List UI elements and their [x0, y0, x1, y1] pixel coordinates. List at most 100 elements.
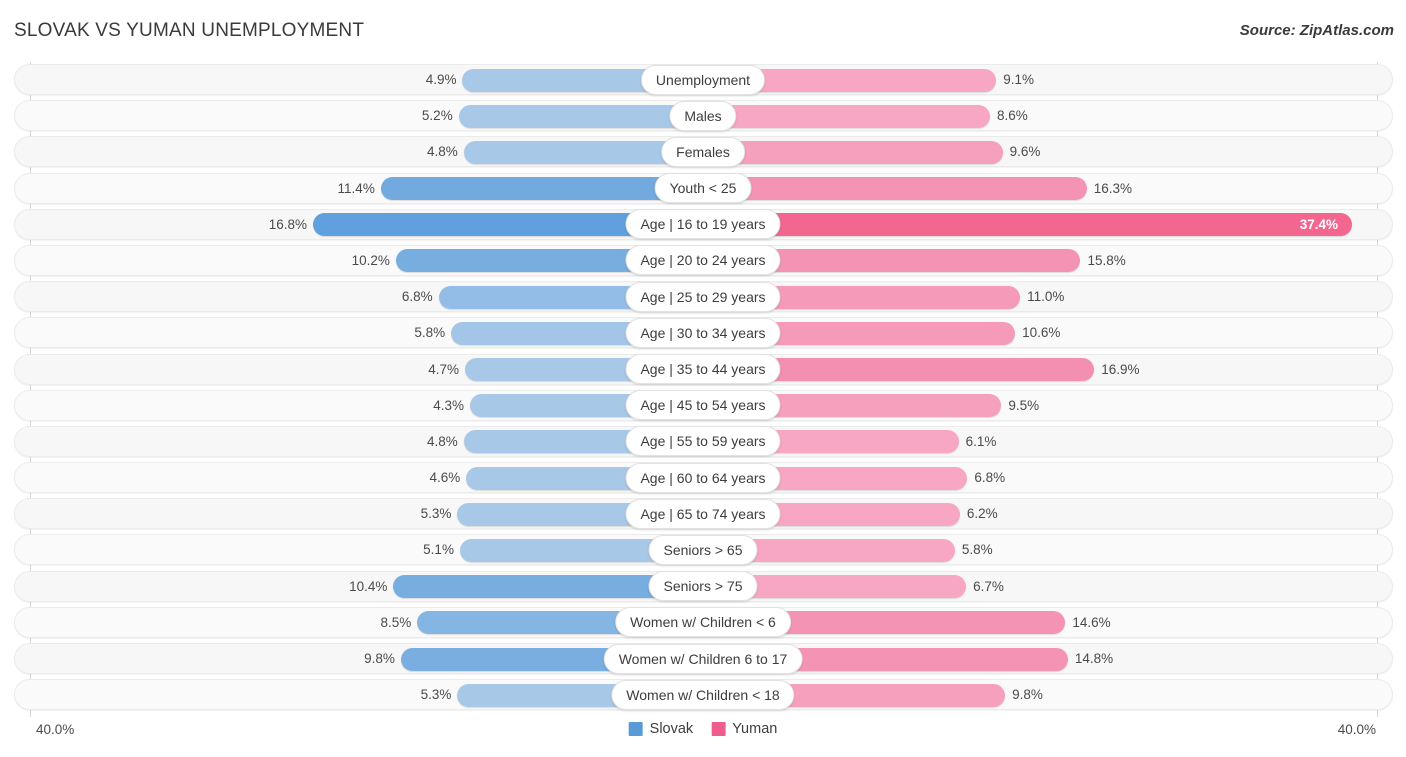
- chart-plot-area: 4.9% 9.1% Unemployment 5.2% 8.6% Males 4.8% 9.6…: [0, 62, 1406, 717]
- page-title: SLOVAK VS YUMAN UNEMPLOYMENT: [14, 20, 365, 41]
- axis-max-label: 40.0%: [1337, 722, 1376, 737]
- chart-page: SLOVAK VS YUMAN UNEMPLOYMENT Source: Zip…: [0, 0, 1406, 757]
- chart-row: 10.4% 6.7% Seniors > 75: [0, 569, 1406, 605]
- value-label-slovak: 4.6%: [429, 470, 461, 486]
- chart-row: 4.3% 9.5% Age | 45 to 54 years: [0, 388, 1406, 424]
- value-label-slovak: 4.7%: [428, 361, 459, 377]
- value-label-yuman: 9.1%: [1003, 72, 1035, 87]
- row-category-label: Age | 55 to 59 years: [625, 426, 781, 457]
- bar-yuman[interactable]: [703, 104, 991, 128]
- row-category-text: Age | 30 to 34 years: [640, 324, 766, 341]
- row-category-text: Age | 60 to 64 years: [640, 469, 766, 486]
- value-label-slovak: 10.4%: [349, 578, 388, 594]
- legend-label: Slovak: [649, 721, 694, 737]
- row-bars: 11.4% 16.3% Youth < 25: [0, 171, 1406, 207]
- row-category-label: Women w/ Children 6 to 17: [603, 643, 803, 674]
- row-category-label: Unemployment: [640, 64, 766, 95]
- value-label-yuman: 10.6%: [1022, 325, 1061, 341]
- value-label-yuman: 11.0%: [1027, 289, 1065, 305]
- row-bars: 10.4% 6.7% Seniors > 75: [0, 569, 1406, 605]
- row-category-text: Youth < 25: [669, 180, 737, 197]
- row-category-label: Seniors > 65: [648, 534, 758, 565]
- row-category-label: Age | 65 to 74 years: [625, 498, 781, 529]
- axis-min-label: 40.0%: [36, 722, 75, 737]
- row-category-label: Age | 60 to 64 years: [625, 462, 781, 493]
- row-category-label: Women w/ Children < 18: [611, 679, 795, 710]
- row-category-label: Age | 35 to 44 years: [625, 354, 781, 384]
- row-bars: 4.3% 9.5% Age | 45 to 54 years: [0, 388, 1406, 424]
- chart-row: 8.5% 14.6% Women w/ Children < 6: [0, 605, 1406, 641]
- row-bars: 4.8% 6.1% Age | 55 to 59 years: [0, 424, 1406, 460]
- row-category-text: Age | 35 to 44 years: [640, 361, 766, 377]
- chart-row: 5.1% 5.8% Seniors > 65: [0, 532, 1406, 568]
- bar-yuman[interactable]: [703, 213, 1352, 237]
- value-label-slovak: 5.2%: [421, 108, 453, 124]
- row-category-text: Age | 16 to 19 years: [640, 216, 766, 233]
- row-bars: 6.8% 11.0% Age | 25 to 29 years: [0, 279, 1406, 315]
- row-category-label: Males: [669, 100, 737, 131]
- value-label-slovak: 8.5%: [380, 614, 412, 630]
- value-label-yuman: 6.2%: [966, 506, 998, 522]
- row-bars: 5.3% 9.8% Women w/ Children < 18: [0, 677, 1406, 713]
- row-bars: 5.1% 5.8% Seniors > 65: [0, 532, 1406, 568]
- row-category-label: Age | 25 to 29 years: [625, 281, 781, 312]
- row-bars: 4.8% 9.6% Females: [0, 134, 1406, 170]
- value-label-slovak: 5.8%: [414, 325, 446, 341]
- chart-row: 4.8% 6.1% Age | 55 to 59 years: [0, 424, 1406, 460]
- row-category-text: Age | 65 to 74 years: [640, 505, 766, 522]
- source-attribution: Source: ZipAtlas.com: [1239, 22, 1394, 39]
- value-label-slovak: 5.1%: [423, 542, 454, 558]
- row-bars: 10.2% 15.8% Age | 20 to 24 years: [0, 243, 1406, 279]
- chart-row: 10.2% 15.8% Age | 20 to 24 years: [0, 243, 1406, 279]
- row-bars: 5.2% 8.6% Males: [0, 98, 1406, 134]
- value-label-slovak: 6.8%: [401, 289, 433, 305]
- value-label-yuman: 5.8%: [961, 542, 993, 558]
- chart-row: 5.2% 8.6% Males: [0, 98, 1406, 134]
- value-label-yuman: 9.5%: [1008, 397, 1040, 413]
- row-category-text: Women w/ Children < 18: [626, 686, 780, 703]
- row-category-label: Females: [661, 136, 745, 167]
- row-category-text: Women w/ Children < 6: [630, 614, 776, 631]
- value-label-yuman: 16.9%: [1101, 361, 1140, 377]
- row-category-text: Age | 20 to 24 years: [640, 252, 766, 269]
- legend-label: Yuman: [732, 721, 778, 737]
- legend-item-slovak[interactable]: Slovak: [628, 721, 694, 737]
- row-bars: 5.8% 10.6% Age | 30 to 34 years: [0, 315, 1406, 351]
- legend-item-yuman[interactable]: Yuman: [711, 721, 777, 737]
- row-bars: 4.9% 9.1% Unemployment: [0, 62, 1406, 98]
- row-category-text: Unemployment: [655, 71, 751, 88]
- bar-slovak[interactable]: [458, 104, 703, 128]
- row-category-label: Seniors > 75: [648, 571, 758, 602]
- chart-row: 4.6% 6.8% Age | 60 to 64 years: [0, 460, 1406, 496]
- row-category-label: Women w/ Children < 6: [615, 607, 791, 638]
- row-category-label: Age | 20 to 24 years: [625, 245, 781, 276]
- value-label-slovak: 5.3%: [420, 506, 452, 522]
- chart-legend: Slovak Yuman: [628, 721, 777, 737]
- row-bars: 4.6% 6.8% Age | 60 to 64 years: [0, 460, 1406, 496]
- value-label-yuman: 6.7%: [973, 578, 1004, 594]
- chart-row: 11.4% 16.3% Youth < 25: [0, 171, 1406, 207]
- chart-row: 16.8% 37.4% Age | 16 to 19 years: [0, 207, 1406, 243]
- row-bars: 5.3% 6.2% Age | 65 to 74 years: [0, 496, 1406, 532]
- value-label-slovak: 5.3%: [420, 687, 452, 703]
- chart-row: 4.7% 16.9% Age | 35 to 44 years: [0, 352, 1406, 388]
- row-category-text: Males: [684, 107, 722, 124]
- row-bars: 16.8% 37.4% Age | 16 to 19 years: [0, 207, 1406, 243]
- chart-row: 4.9% 9.1% Unemployment: [0, 62, 1406, 98]
- row-category-label: Age | 30 to 34 years: [625, 317, 781, 348]
- value-label-slovak: 16.8%: [268, 216, 307, 232]
- row-category-text: Age | 55 to 59 years: [640, 433, 766, 450]
- value-label-yuman: 14.8%: [1074, 651, 1114, 666]
- chart-footer: 40.0% 40.0% Slovak Yuman: [0, 717, 1406, 757]
- value-label-yuman: 15.8%: [1087, 252, 1126, 268]
- chart-row: 9.8% 14.8% Women w/ Children 6 to 17: [0, 641, 1406, 677]
- value-label-yuman: 9.6%: [1009, 144, 1041, 160]
- legend-swatch-icon: [711, 722, 726, 736]
- value-label-yuman: 9.8%: [1012, 687, 1043, 703]
- row-bars: 4.7% 16.9% Age | 35 to 44 years: [0, 352, 1406, 388]
- bar-yuman[interactable]: [703, 177, 1087, 201]
- chart-row: 4.8% 9.6% Females: [0, 134, 1406, 170]
- row-bars: 9.8% 14.8% Women w/ Children 6 to 17: [0, 641, 1406, 677]
- row-category-label: Age | 45 to 54 years: [625, 390, 781, 421]
- bar-yuman[interactable]: [703, 140, 1003, 164]
